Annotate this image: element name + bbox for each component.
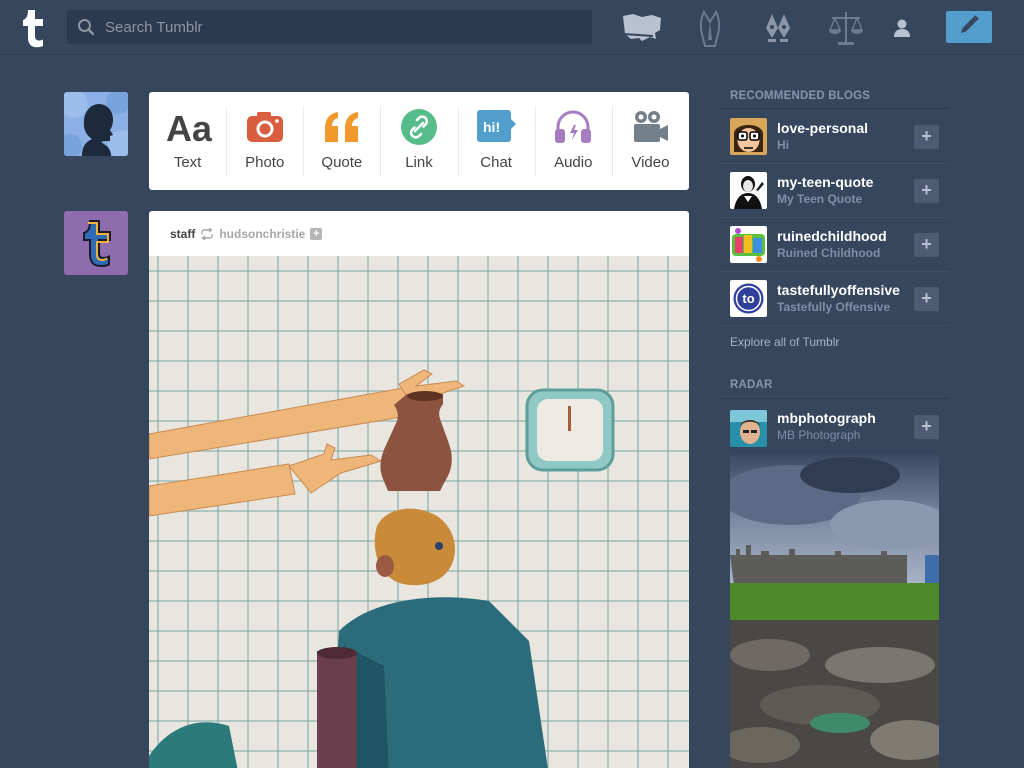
blog-name[interactable]: tastefullyoffensive (777, 282, 909, 298)
reblog-source-link[interactable]: hudsonchristie (219, 227, 305, 241)
blog-avatar[interactable] (730, 226, 767, 263)
blog-avatar[interactable] (730, 410, 767, 447)
reblog-icon (200, 227, 214, 240)
new-chat-post-button[interactable]: hi! Chat (457, 92, 535, 190)
blog-title: Tastefully Offensive (777, 300, 891, 314)
follow-button[interactable]: + (914, 125, 939, 149)
recommended-blog-item[interactable]: love-personal Hi + (720, 110, 949, 164)
radar-heading: RADAR (730, 379, 773, 391)
recommended-blog-item[interactable]: to tastefullyoffensive Tastefully Offens… (720, 272, 949, 326)
tumblr-logo-icon[interactable] (14, 6, 54, 48)
post-type-label: Photo (245, 154, 285, 171)
explore-all-link[interactable]: Explore all of Tumblr (730, 335, 839, 349)
post-type-label: Quote (321, 154, 363, 171)
search-icon[interactable] (67, 10, 105, 44)
top-bar (0, 0, 1024, 55)
follow-button[interactable]: + (914, 233, 939, 257)
blog-name[interactable]: my-teen-quote (777, 174, 909, 190)
new-quote-post-button[interactable]: Quote (303, 92, 380, 190)
divider (720, 398, 949, 399)
post-type-label: Audio (554, 154, 593, 171)
search-bar[interactable] (67, 10, 592, 44)
staff-avatar[interactable] (64, 211, 128, 275)
blog-title: Hi (777, 138, 789, 152)
svg-text:Aa: Aa (166, 108, 212, 146)
recommended-blog-item[interactable]: my-teen-quote My Teen Quote + (720, 164, 949, 218)
follow-button[interactable]: + (914, 179, 939, 203)
chat-icon-text: hi! (483, 119, 500, 135)
recommended-blogs-heading: RECOMMENDED BLOGS (730, 90, 871, 102)
user-avatar[interactable] (64, 92, 128, 156)
search-input[interactable] (105, 10, 575, 44)
post-header: staff hudsonchristie + (149, 211, 689, 256)
activity-icon[interactable] (690, 8, 730, 48)
video-camera-icon (630, 108, 670, 146)
new-photo-post-button[interactable]: Photo (226, 92, 303, 190)
pen-nib-icon[interactable] (758, 8, 798, 48)
balance-scale-icon[interactable] (826, 8, 866, 48)
link-icon (400, 108, 438, 146)
blog-name[interactable]: love-personal (777, 120, 909, 136)
post-type-label: Chat (480, 154, 512, 171)
post-author-link[interactable]: staff (170, 227, 195, 241)
radar-photo[interactable] (730, 455, 939, 768)
post-type-label: Link (405, 154, 433, 171)
divider (720, 108, 949, 109)
blog-title: My Teen Quote (777, 192, 863, 206)
new-link-post-button[interactable]: Link (380, 92, 457, 190)
blog-avatar[interactable] (730, 172, 767, 209)
account-icon[interactable] (890, 8, 914, 48)
post-type-bar: Aa Text Photo Quote Link hi! Chat Audio (149, 92, 689, 190)
blog-title: MB Photograph (777, 428, 861, 442)
pencil-icon (958, 14, 980, 41)
blog-title: Ruined Childhood (777, 246, 881, 260)
dashboard-post: staff hudsonchristie + (149, 211, 689, 768)
quote-icon (321, 108, 363, 146)
blog-avatar[interactable] (730, 118, 767, 155)
follow-button[interactable]: + (914, 415, 939, 439)
new-video-post-button[interactable]: Video (611, 92, 689, 190)
compose-button[interactable] (946, 11, 992, 43)
radar-blog-item[interactable]: mbphotograph MB Photograph + (720, 400, 949, 454)
post-type-label: Video (631, 154, 670, 171)
recommended-blog-item[interactable]: ruinedchildhood Ruined Childhood + (720, 218, 949, 272)
post-photo[interactable] (149, 256, 689, 768)
new-text-post-button[interactable]: Aa Text (149, 92, 226, 190)
blog-name[interactable]: ruinedchildhood (777, 228, 909, 244)
text-aa-icon: Aa (164, 108, 212, 146)
explore-map-icon[interactable] (620, 8, 664, 48)
new-audio-post-button[interactable]: Audio (534, 92, 612, 190)
follow-source-button[interactable]: + (310, 227, 323, 240)
to-logo-text: to (742, 291, 754, 306)
chat-icon: hi! (475, 108, 517, 146)
headphones-icon (553, 108, 593, 146)
follow-button[interactable]: + (914, 287, 939, 311)
blog-avatar[interactable]: to (730, 280, 767, 317)
blog-name[interactable]: mbphotograph (777, 410, 909, 426)
post-type-label: Text (173, 154, 202, 171)
camera-icon (245, 108, 285, 146)
